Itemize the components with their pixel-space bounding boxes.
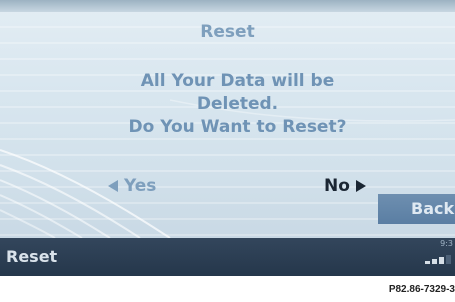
status-bar: Reset 9:3: [0, 238, 455, 276]
signal-strength-icon: [425, 255, 451, 264]
no-label: No: [324, 176, 350, 196]
message-line: Deleted.: [196, 94, 279, 114]
yes-option[interactable]: Yes: [108, 176, 156, 196]
left-arrow-icon: [108, 180, 118, 192]
dialog-message: All Your Data will be Deleted. Do You Wa…: [0, 70, 455, 139]
signal-bar: [446, 255, 451, 264]
yes-label: Yes: [124, 176, 157, 196]
signal-bar: [432, 259, 437, 264]
dialog-title: Reset: [200, 22, 255, 42]
figure-caption: P82.86-7329-3: [388, 284, 455, 295]
signal-bar: [439, 257, 444, 264]
signal-bar: [425, 261, 430, 264]
message-line: All Your Data will be: [140, 71, 335, 91]
no-option[interactable]: No: [324, 176, 366, 196]
display-screen: Reset All Your Data will be Deleted. Do …: [0, 0, 455, 238]
status-label: Reset: [6, 247, 58, 266]
right-arrow-icon: [355, 180, 366, 192]
back-button[interactable]: Back: [378, 194, 455, 224]
clock: 9:3: [440, 239, 453, 248]
message-line: Do You Want to Reset?: [128, 117, 347, 137]
